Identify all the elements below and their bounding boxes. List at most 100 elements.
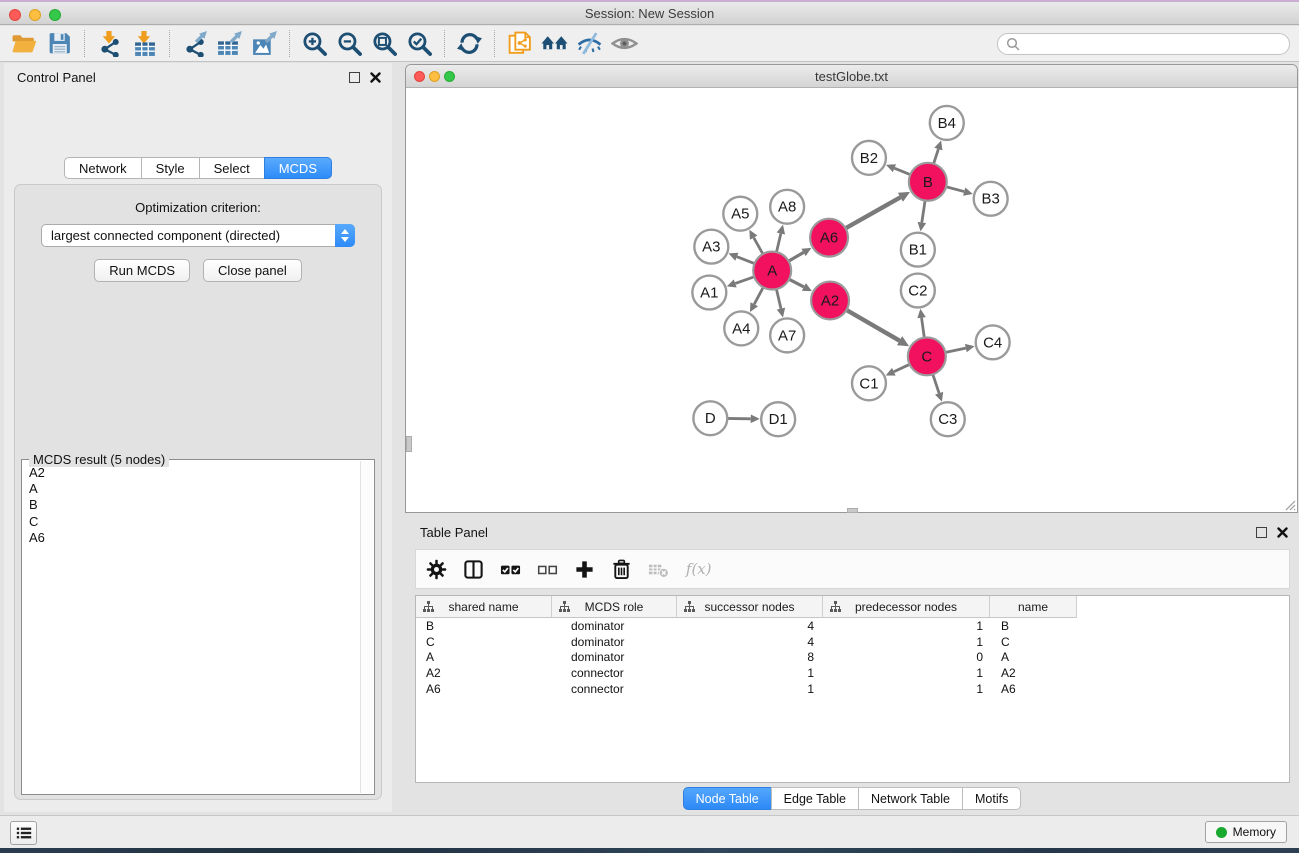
- zoom-fit-button[interactable]: [367, 28, 402, 60]
- horizontal-scrollbar-thumb[interactable]: [847, 508, 858, 513]
- tab-network-table[interactable]: Network Table: [858, 787, 963, 810]
- table-cell[interactable]: A6: [416, 681, 552, 697]
- tab-node-table[interactable]: Node Table: [683, 787, 772, 810]
- import-table-button[interactable]: [127, 28, 162, 60]
- close-panel-button[interactable]: Close panel: [203, 259, 302, 282]
- columns-button[interactable]: [463, 559, 484, 580]
- edge-A-A6[interactable]: [788, 252, 804, 261]
- edge-A6-B[interactable]: [845, 197, 901, 229]
- edge-C-C1[interactable]: [894, 364, 911, 372]
- show-panel-button[interactable]: [607, 28, 642, 60]
- table-cell[interactable]: 0: [823, 649, 990, 665]
- table-cell[interactable]: dominator: [552, 649, 677, 665]
- save-session-button[interactable]: [42, 28, 77, 60]
- table-cell[interactable]: connector: [552, 681, 677, 697]
- table-cell[interactable]: C: [990, 634, 1077, 650]
- table-cell[interactable]: dominator: [552, 634, 677, 650]
- table-cell[interactable]: 8: [677, 649, 823, 665]
- table-cell[interactable]: A: [416, 649, 552, 665]
- network-canvas[interactable]: AA1A2A3A4A5A6A7A8BB1B2B3B4CC1C2C3C4DD1: [406, 89, 1297, 512]
- column-header-name[interactable]: name: [990, 596, 1077, 618]
- export-table-button[interactable]: [212, 28, 247, 60]
- mcds-result-item[interactable]: A2: [29, 465, 360, 481]
- table-cell[interactable]: A: [990, 649, 1077, 665]
- refresh-button[interactable]: [452, 28, 487, 60]
- table-cell[interactable]: A6: [990, 681, 1077, 697]
- close-table-panel-button[interactable]: [1277, 527, 1288, 538]
- float-table-panel-button[interactable]: [1256, 527, 1267, 538]
- table-cell[interactable]: 4: [677, 618, 823, 634]
- tab-select[interactable]: Select: [199, 157, 265, 179]
- mcds-result-item[interactable]: A6: [29, 530, 360, 546]
- table-cell[interactable]: 1: [823, 681, 990, 697]
- float-panel-button[interactable]: [349, 72, 360, 83]
- panel-list-button[interactable]: [10, 821, 37, 845]
- resize-grip[interactable]: [1283, 498, 1296, 511]
- table-cell[interactable]: dominator: [552, 618, 677, 634]
- close-network-window-button[interactable]: [414, 71, 425, 82]
- tab-edge-table[interactable]: Edge Table: [771, 787, 859, 810]
- edge-A-A1[interactable]: [735, 276, 755, 283]
- maximize-network-window-button[interactable]: [444, 71, 455, 82]
- edge-A-A8[interactable]: [776, 233, 781, 253]
- edge-C-C4[interactable]: [944, 348, 965, 353]
- column-header-MCDS-role[interactable]: MCDS role: [552, 596, 677, 618]
- hide-panel-button[interactable]: [572, 28, 607, 60]
- zoom-out-button[interactable]: [332, 28, 367, 60]
- column-header-successor-nodes[interactable]: successor nodes: [677, 596, 823, 618]
- open-session-button[interactable]: [7, 28, 42, 60]
- table-cell[interactable]: A2: [416, 665, 552, 681]
- edge-A-A3[interactable]: [737, 257, 756, 264]
- edge-B-B1[interactable]: [922, 200, 925, 223]
- settings-button[interactable]: [426, 559, 447, 580]
- export-image-button[interactable]: [247, 28, 282, 60]
- memory-button[interactable]: Memory: [1205, 821, 1287, 843]
- column-header-shared-name[interactable]: shared name: [416, 596, 552, 618]
- mcds-result-item[interactable]: B: [29, 497, 360, 513]
- table-cell[interactable]: C: [416, 634, 552, 650]
- edge-C-C3[interactable]: [933, 373, 940, 393]
- edge-C-C2[interactable]: [922, 318, 925, 339]
- edge-B-B4[interactable]: [933, 149, 938, 165]
- edge-B-B2[interactable]: [894, 168, 911, 175]
- close-window-button[interactable]: [9, 9, 21, 21]
- edge-A2-C[interactable]: [846, 309, 900, 340]
- table-cell[interactable]: 1: [823, 618, 990, 634]
- close-panel-icon-button[interactable]: [370, 72, 381, 83]
- mcds-result-item[interactable]: C: [29, 514, 360, 530]
- table-cell[interactable]: A2: [990, 665, 1077, 681]
- optimization-criterion-dropdown[interactable]: largest connected component (directed): [41, 224, 355, 247]
- mcds-list-scrollbar[interactable]: [360, 461, 373, 793]
- home-view-button[interactable]: [537, 28, 572, 60]
- table-cell[interactable]: B: [416, 618, 552, 634]
- edge-B-B3[interactable]: [945, 186, 964, 191]
- table-cell[interactable]: 1: [677, 681, 823, 697]
- export-network-button[interactable]: [177, 28, 212, 60]
- edge-A-A7[interactable]: [776, 288, 781, 309]
- deselect-all-button[interactable]: [537, 559, 558, 580]
- table-cell[interactable]: connector: [552, 665, 677, 681]
- tab-style[interactable]: Style: [141, 157, 200, 179]
- edge-A-A5[interactable]: [754, 238, 764, 255]
- add-row-button[interactable]: [574, 559, 595, 580]
- zoom-in-button[interactable]: [297, 28, 332, 60]
- table-cell[interactable]: 1: [823, 634, 990, 650]
- table-row[interactable]: Cdominator41C: [416, 634, 1289, 650]
- duplicate-network-button[interactable]: [502, 28, 537, 60]
- table-row[interactable]: Adominator80A: [416, 649, 1289, 665]
- mcds-result-item[interactable]: A: [29, 481, 360, 497]
- minimize-window-button[interactable]: [29, 9, 41, 21]
- minimize-network-window-button[interactable]: [429, 71, 440, 82]
- table-row[interactable]: A6connector11A6: [416, 681, 1289, 697]
- table-cell[interactable]: 1: [823, 665, 990, 681]
- maximize-window-button[interactable]: [49, 9, 61, 21]
- run-mcds-button[interactable]: Run MCDS: [94, 259, 190, 282]
- search-input[interactable]: [997, 33, 1290, 55]
- tab-motifs[interactable]: Motifs: [962, 787, 1021, 810]
- select-all-button[interactable]: [500, 559, 521, 580]
- delete-row-button[interactable]: [611, 559, 632, 580]
- table-cell[interactable]: B: [990, 618, 1077, 634]
- column-header-predecessor-nodes[interactable]: predecessor nodes: [823, 596, 990, 618]
- table-cell[interactable]: 4: [677, 634, 823, 650]
- zoom-selected-button[interactable]: [402, 28, 437, 60]
